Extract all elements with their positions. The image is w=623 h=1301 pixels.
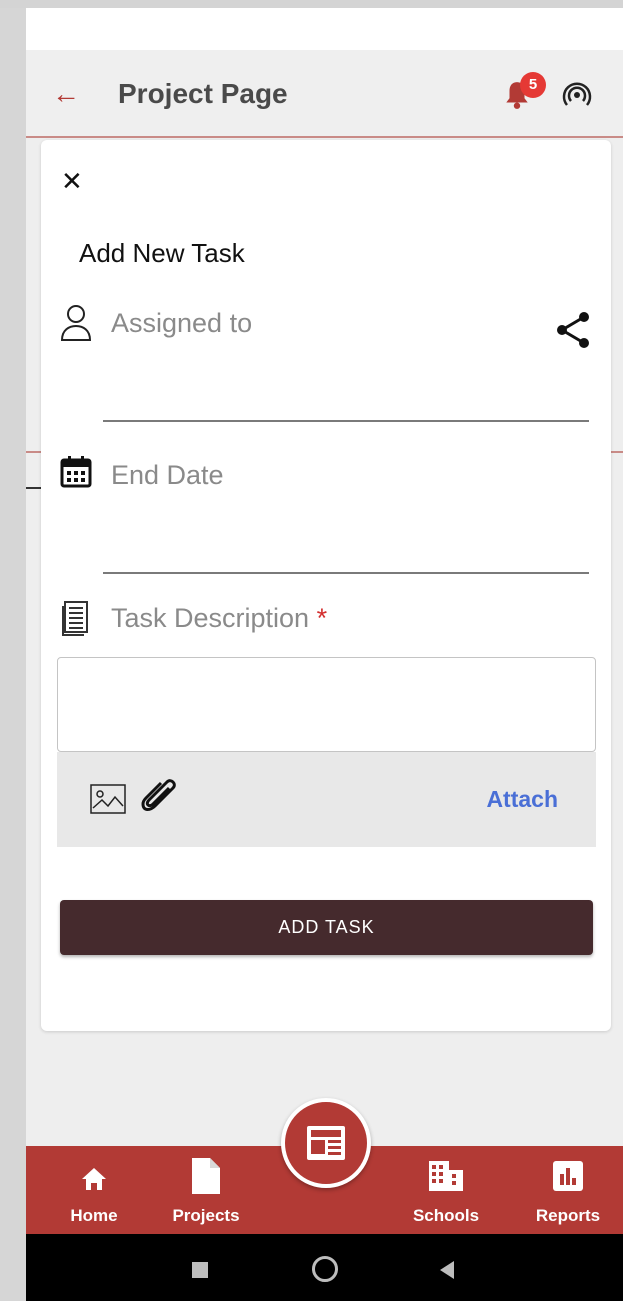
nav-home-label: Home [70,1206,118,1225]
nav-schools[interactable]: Schools [404,1146,488,1234]
task-description-input[interactable] [57,657,596,752]
bar-chart-icon [553,1161,583,1191]
end-date-underline [103,572,589,574]
notes-icon [62,601,88,636]
back-triangle-icon[interactable] [438,1260,456,1280]
back-arrow-icon[interactable]: ← [52,80,80,108]
share-icon[interactable] [555,310,591,350]
document-icon [192,1158,220,1194]
recents-icon[interactable] [192,1262,208,1278]
left-background-strip [0,0,26,1301]
broadcast-icon[interactable] [562,80,592,110]
newspaper-icon [307,1126,345,1160]
page-title: Project Page [118,78,288,109]
nav-reports-label: Reports [535,1206,601,1225]
calendar-icon [60,456,92,488]
attachment-bar: Attach [57,752,596,847]
image-icon[interactable] [89,782,127,816]
attach-button[interactable]: Attach [486,786,558,813]
home-icon [82,1168,106,1190]
nav-reports[interactable]: Reports [526,1146,610,1234]
add-task-button[interactable]: ADD TASK [60,900,593,955]
assigned-to-underline [103,420,589,422]
phone-screen: ← Project Page 5 ✕ Add New Task Assigned… [26,8,623,1301]
nav-projects[interactable]: Projects [164,1146,248,1234]
top-background-strip [0,0,623,8]
person-icon [60,305,92,341]
add-task-dialog: ✕ Add New Task Assigned to End Date Task… [41,140,611,1031]
close-icon[interactable]: ✕ [61,168,83,194]
assigned-to-field[interactable]: Assigned to [111,308,252,339]
app-bar: ← Project Page 5 [26,50,623,138]
nav-home[interactable]: Home [54,1146,134,1234]
status-bar [26,8,623,50]
task-description-text: Task Description [111,603,310,633]
building-icon [429,1161,463,1191]
system-navigation-bar [26,1234,623,1301]
paperclip-icon[interactable] [139,774,179,818]
home-circle-icon[interactable] [312,1256,338,1282]
screen: ← Project Page 5 ✕ Add New Task Assigned… [0,0,623,1301]
nav-schools-label: Schools [412,1206,480,1225]
nav-projects-label: Projects [172,1206,240,1225]
notification-badge: 5 [520,72,546,98]
task-description-label: Task Description * [111,603,327,634]
fab-button[interactable] [281,1098,371,1188]
dialog-title: Add New Task [79,238,245,268]
end-date-field[interactable]: End Date [111,460,224,491]
required-mark: * [316,603,328,633]
